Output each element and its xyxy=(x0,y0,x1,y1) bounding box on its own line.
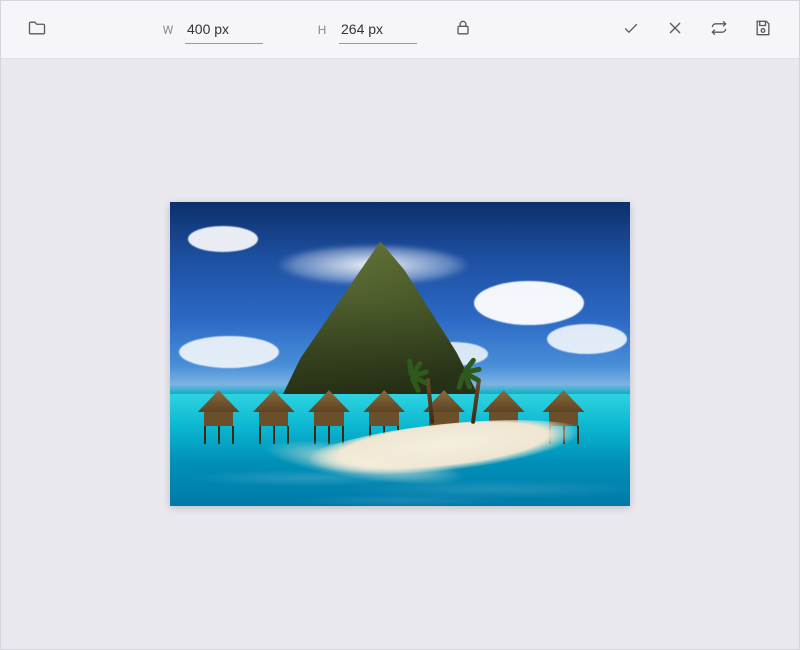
height-group: H xyxy=(315,15,417,44)
reset-button[interactable] xyxy=(701,12,737,48)
apply-button[interactable] xyxy=(613,12,649,48)
save-button[interactable] xyxy=(745,12,781,48)
width-input[interactable] xyxy=(185,15,263,44)
folder-button[interactable] xyxy=(19,12,55,48)
save-icon xyxy=(753,18,773,41)
toolbar: W H xyxy=(1,1,799,59)
canvas-area xyxy=(1,59,799,649)
repeat-icon xyxy=(709,18,729,41)
close-icon xyxy=(665,18,685,41)
image-preview[interactable] xyxy=(170,202,630,506)
height-label: H xyxy=(315,23,329,37)
height-input[interactable] xyxy=(339,15,417,44)
cancel-button[interactable] xyxy=(657,12,693,48)
width-group: W xyxy=(161,15,263,44)
width-label: W xyxy=(161,23,175,37)
lock-aspect-button[interactable] xyxy=(445,12,481,48)
folder-icon xyxy=(27,18,47,41)
lock-icon xyxy=(453,18,473,41)
check-icon xyxy=(621,18,641,41)
editor-container: W H xyxy=(0,0,800,650)
